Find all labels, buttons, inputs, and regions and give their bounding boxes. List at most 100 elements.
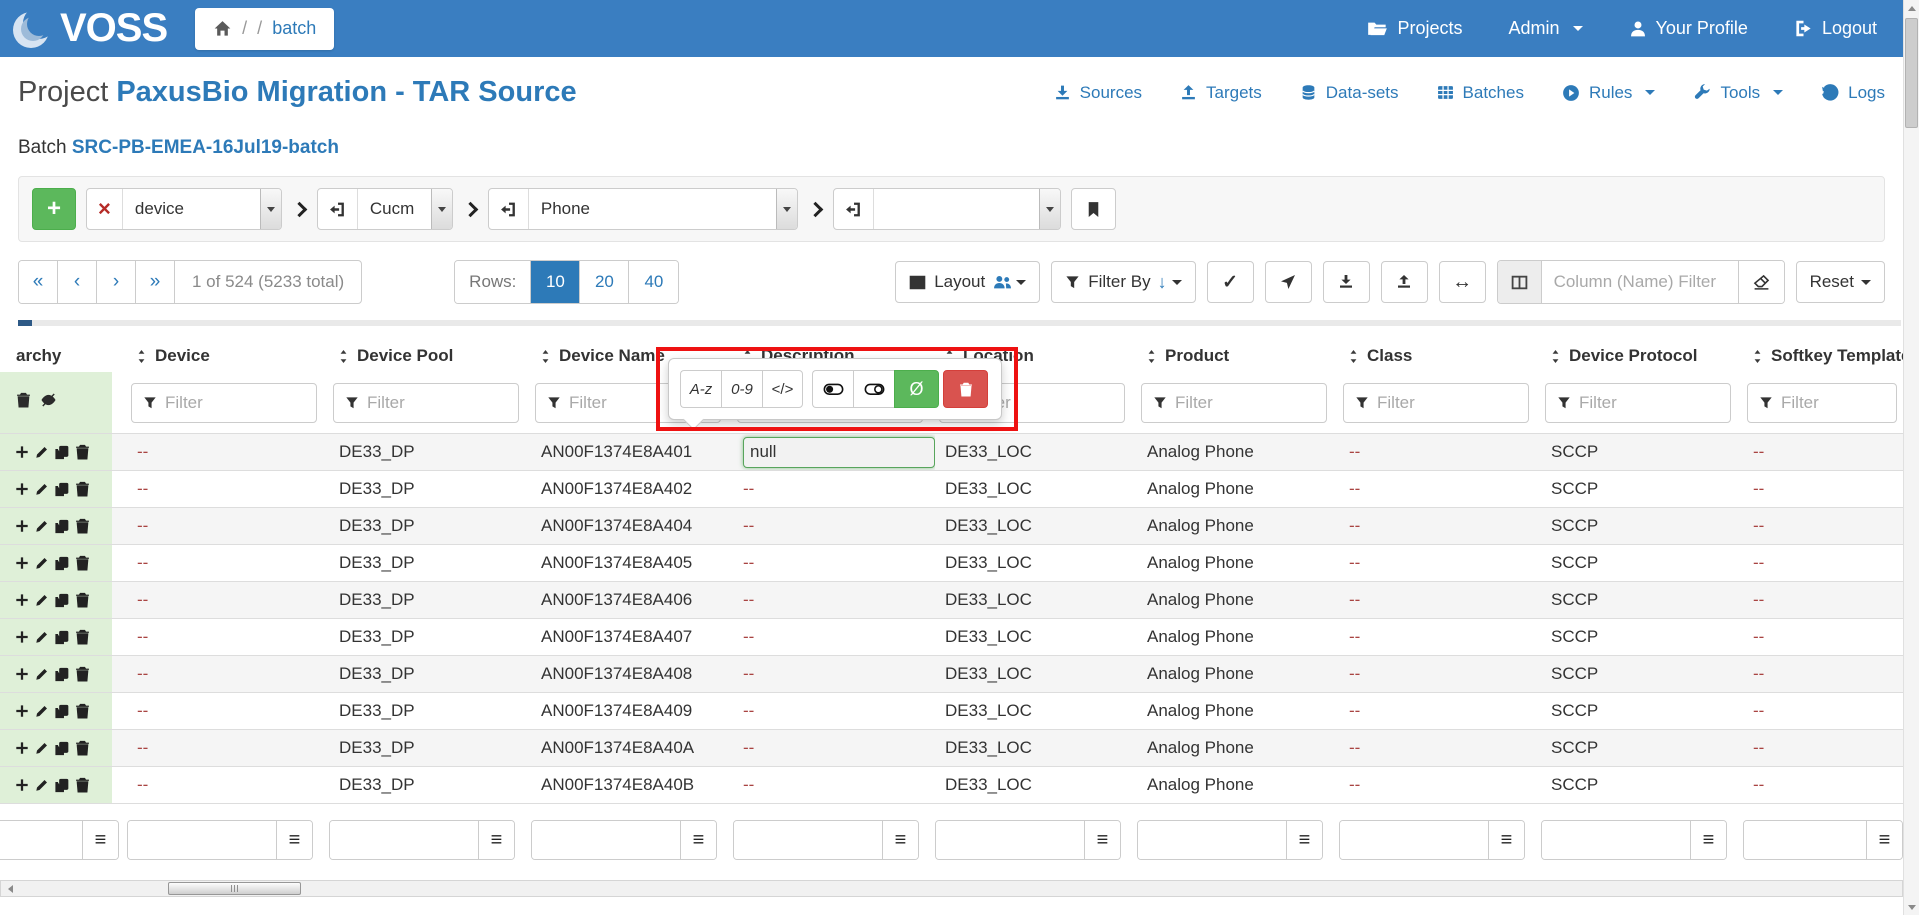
apply-button[interactable]: ✓ [1207, 261, 1254, 303]
footer-input[interactable] [1542, 821, 1690, 859]
add-row-icon[interactable] [15, 667, 29, 681]
funnel-icon[interactable] [1355, 396, 1369, 410]
scroll-up-arrow[interactable] [1904, 0, 1919, 16]
footer-input[interactable] [330, 821, 478, 859]
funnel-icon[interactable] [345, 396, 359, 410]
edit-row-icon[interactable] [35, 593, 49, 607]
empty-select[interactable] [874, 189, 1060, 229]
hamburger-menu-icon[interactable]: ≡ [1866, 821, 1902, 859]
filter-input-device[interactable] [165, 393, 316, 413]
remove-filter-button[interactable]: × [87, 189, 123, 229]
phone-select[interactable]: Phone [529, 189, 797, 229]
edit-row-icon[interactable] [35, 445, 49, 459]
link-data-sets[interactable]: Data-sets [1300, 83, 1399, 103]
location-arrow-button[interactable] [1265, 261, 1312, 303]
toggle-on-button[interactable] [812, 370, 853, 408]
toggle-off-button[interactable] [853, 370, 894, 408]
copy-row-icon[interactable] [55, 593, 69, 608]
rows-option-40[interactable]: 40 [629, 261, 678, 303]
column-header-device-pool[interactable]: Device Pool [329, 340, 531, 372]
hamburger-menu-icon[interactable]: ≡ [1488, 821, 1524, 859]
add-row-icon[interactable] [15, 593, 29, 607]
delete-row-icon[interactable] [75, 740, 90, 756]
copy-row-icon[interactable] [55, 630, 69, 645]
eraser-icon[interactable] [1738, 261, 1784, 303]
edit-row-icon[interactable] [35, 778, 49, 792]
link-batches[interactable]: Batches [1437, 83, 1524, 103]
funnel-icon[interactable] [1557, 396, 1571, 410]
hamburger-menu-icon[interactable]: ≡ [1084, 821, 1120, 859]
add-row-icon[interactable] [15, 704, 29, 718]
edit-row-icon[interactable] [35, 556, 49, 570]
footer-input[interactable] [734, 821, 882, 859]
copy-row-icon[interactable] [55, 667, 69, 682]
vertical-scrollbar[interactable] [1903, 0, 1919, 915]
footer-input[interactable] [532, 821, 680, 859]
voss-logo[interactable]: VOSS [10, 6, 167, 52]
copy-row-icon[interactable] [55, 519, 69, 534]
expand-columns-button[interactable]: ↔ [1439, 261, 1486, 303]
add-row-icon[interactable] [15, 778, 29, 792]
filter-input-softkey-template[interactable] [1781, 393, 1896, 413]
footer-input[interactable] [936, 821, 1084, 859]
layout-button[interactable]: Layout [895, 261, 1040, 303]
delete-row-icon[interactable] [75, 703, 90, 719]
filter-input-device-pool[interactable] [367, 393, 518, 413]
link-tools[interactable]: Tools [1693, 83, 1783, 103]
footer-input[interactable] [128, 821, 276, 859]
nav-admin[interactable]: Admin [1509, 18, 1583, 39]
next-page-button[interactable]: › [97, 261, 136, 303]
bookmark-button[interactable] [1071, 188, 1116, 230]
nav-projects[interactable]: Projects [1367, 18, 1462, 39]
delete-row-icon[interactable] [75, 666, 90, 682]
funnel-icon[interactable] [143, 396, 157, 410]
add-filter-button[interactable]: + [32, 188, 76, 230]
horizontal-scroll-thumb[interactable] [168, 882, 301, 895]
rows-option-10[interactable]: 10 [531, 261, 580, 303]
footer-input[interactable] [1744, 821, 1866, 859]
link-logs[interactable]: Logs [1821, 83, 1885, 103]
link-targets[interactable]: Targets [1180, 83, 1262, 103]
delete-row-icon[interactable] [75, 629, 90, 645]
copy-row-icon[interactable] [55, 482, 69, 497]
column-header-softkey-template[interactable]: Softkey Template [1743, 340, 1903, 372]
hamburger-menu-icon[interactable]: ≡ [882, 821, 918, 859]
sort-numeric-button[interactable]: 0-9 [721, 370, 762, 408]
edit-row-icon[interactable] [35, 519, 49, 533]
last-page-button[interactable]: » [136, 261, 175, 303]
column-header-archy[interactable]: archy [0, 340, 127, 372]
link-rules[interactable]: Rules [1562, 83, 1655, 103]
code-button[interactable]: </> [762, 370, 803, 408]
copy-row-icon[interactable] [55, 778, 69, 793]
nav-logout[interactable]: Logout [1794, 18, 1877, 39]
column-header-class[interactable]: Class [1339, 340, 1541, 372]
rows-option-20[interactable]: 20 [580, 261, 629, 303]
delete-column-button[interactable] [943, 370, 988, 408]
batch-name-link[interactable]: SRC-PB-EMEA-16Jul19-batch [72, 137, 339, 158]
delete-row-icon[interactable] [75, 592, 90, 608]
cucm-select[interactable]: Cucm [358, 189, 452, 229]
description-edit-input[interactable] [743, 437, 935, 468]
funnel-icon[interactable] [547, 396, 561, 410]
delete-row-icon[interactable] [75, 555, 90, 571]
hamburger-menu-icon[interactable]: ≡ [1690, 821, 1726, 859]
set-null-button[interactable]: Ø [894, 370, 939, 408]
add-row-icon[interactable] [15, 741, 29, 755]
filter-input-product[interactable] [1175, 393, 1326, 413]
add-row-icon[interactable] [15, 556, 29, 570]
filter-input-class[interactable] [1377, 393, 1528, 413]
nav-your-profile[interactable]: Your Profile [1629, 18, 1748, 39]
delete-row-icon[interactable] [75, 777, 90, 793]
edit-row-icon[interactable] [35, 667, 49, 681]
delete-row-icon[interactable] [75, 518, 90, 534]
project-name-link[interactable]: PaxusBio Migration - TAR Source [116, 76, 576, 108]
hamburger-menu-icon[interactable]: ≡ [276, 821, 312, 859]
edit-row-icon[interactable] [35, 704, 49, 718]
eye-slash-icon[interactable] [40, 392, 57, 413]
edit-row-icon[interactable] [35, 630, 49, 644]
delete-row-icon[interactable] [75, 481, 90, 497]
footer-input[interactable] [0, 821, 82, 859]
model-type-select[interactable]: device [123, 189, 281, 229]
column-header-device[interactable]: Device [127, 340, 329, 372]
funnel-icon[interactable] [1153, 396, 1167, 410]
